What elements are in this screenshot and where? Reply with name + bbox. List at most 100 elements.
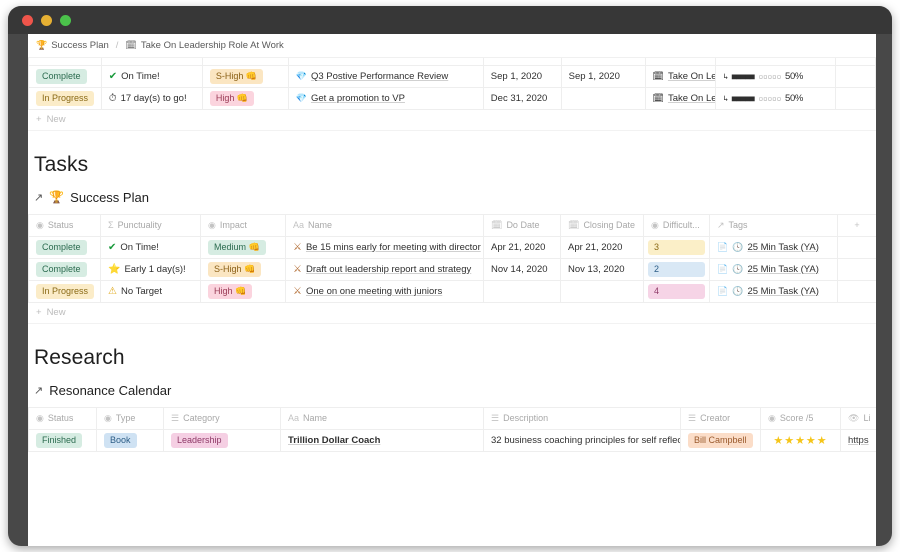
column-header-category[interactable]: ☰ Category <box>163 406 281 430</box>
research-table-block: ◉ Status ◉ Type ☰ Category Aa Name ☰ Descript… <box>28 406 876 452</box>
warning-icon: ⚠ <box>108 285 117 297</box>
task-name-cell[interactable]: ⚔ One on one meeting with juniors <box>285 280 484 303</box>
table-row[interactable]: In Progress ⚠ No Target High 👊 ⚔ One on on… <box>28 280 876 303</box>
goal-punctuality-cell: ⏱ 17 day(s) to go! <box>101 87 203 110</box>
goal-closing-date-cell[interactable] <box>561 87 646 110</box>
research-link-cell[interactable]: https <box>840 429 876 452</box>
task-do-date-cell[interactable]: Apr 21, 2020 <box>483 236 561 259</box>
task-impact-cell[interactable]: High 👊 <box>200 280 286 303</box>
goal-do-date-cell[interactable]: Dec 31, 2020 <box>483 87 562 110</box>
calendar-icon: 🗓 <box>491 219 503 230</box>
table-row[interactable]: Complete ✔ On Time! Medium 👊 ⚔ Be 15 mins … <box>28 236 876 259</box>
column-header-tags[interactable]: ↗ Tags <box>709 213 838 237</box>
goal-closing-date-cell[interactable]: Sep 1, 2020 <box>561 65 646 88</box>
column-label: Tags <box>728 219 748 230</box>
add-column-button[interactable]: + <box>837 213 876 237</box>
research-name-cell[interactable]: Trillion Dollar Coach <box>280 429 484 452</box>
column-header-punctuality[interactable]: Σ Punctuality <box>100 213 201 237</box>
clock-icon: 🕓 <box>732 263 744 274</box>
app-window: 🏆 Success Plan / 🗓 Take On Leadership Ro… <box>8 6 892 546</box>
column-header-name[interactable]: Aa Name <box>285 213 484 237</box>
column-header-type[interactable]: ◉ Type <box>96 406 164 430</box>
research-score-cell[interactable]: ★★★★★ <box>760 429 841 452</box>
table-row[interactable]: In Progress ⏱ 17 day(s) to go! High 👊 💎 … <box>28 87 876 110</box>
task-difficulty-cell[interactable]: 4 <box>643 280 710 303</box>
plus-icon: + <box>36 114 42 125</box>
goal-do-date-cell[interactable]: Sep 1, 2020 <box>483 65 562 88</box>
column-header-status[interactable]: ◉ Status <box>28 213 101 237</box>
task-status-cell[interactable]: Complete <box>28 258 101 281</box>
table-row[interactable]: Finished Book Leadership Trillion Dollar… <box>28 429 876 452</box>
impact-label: High <box>214 285 233 296</box>
task-extra-cell <box>837 280 876 303</box>
task-do-date-cell[interactable]: Nov 14, 2020 <box>483 258 561 281</box>
clipped-cell <box>28 58 102 66</box>
column-header-closing-date[interactable]: 🗓 Closing Date <box>560 213 644 237</box>
column-header-impact[interactable]: ◉ Impact <box>200 213 286 237</box>
clipped-cell <box>645 58 717 66</box>
tasks-database-link[interactable]: ↗ 🏆 Success Plan <box>28 181 876 214</box>
goal-status-cell[interactable]: In Progress <box>28 87 102 110</box>
research-category-cell[interactable]: Leadership <box>163 429 281 452</box>
task-closing-date-cell[interactable]: Apr 21, 2020 <box>560 236 644 259</box>
column-header-description[interactable]: ☰ Description <box>483 406 681 430</box>
task-difficulty-cell[interactable]: 2 <box>643 258 710 281</box>
tasks-new-row-button[interactable]: + New <box>28 303 876 324</box>
goal-extra-cell <box>835 65 876 88</box>
goal-project-cell[interactable]: 🗓 Take On Leade <box>645 65 717 88</box>
goal-impact-cell[interactable]: High 👊 <box>202 87 289 110</box>
breadcrumb-item-success-plan[interactable]: 🏆 Success Plan <box>36 40 109 51</box>
breadcrumb-item-current[interactable]: 🗓 Take On Leadership Role At Work <box>125 40 283 51</box>
status-badge: Complete <box>36 261 87 277</box>
column-header-status[interactable]: ◉ Status <box>28 406 97 430</box>
clock-icon: 🕓 <box>732 241 744 252</box>
goal-name-cell[interactable]: 💎 Q3 Postive Performance Review <box>288 65 484 88</box>
task-tags-cell[interactable]: 📄 🕓 25 Min Task (YA) <box>709 236 838 259</box>
research-creator-cell[interactable]: Bill Campbell <box>680 429 761 452</box>
task-name-cell[interactable]: ⚔ Be 15 mins early for meeting with direc… <box>285 236 484 259</box>
clock-icon: 🕓 <box>732 285 744 296</box>
goal-status-cell[interactable]: Complete <box>28 65 102 88</box>
table-row[interactable]: Complete ✔ On Time! S-High 👊 💎 Q3 Postiv… <box>28 65 876 88</box>
fist-icon: 👊 <box>235 285 247 296</box>
close-window-button[interactable] <box>22 15 33 26</box>
window-titlebar <box>8 6 892 34</box>
task-tags-cell[interactable]: 📄 🕓 25 Min Task (YA) <box>709 258 838 281</box>
task-impact-cell[interactable]: S-High 👊 <box>200 258 286 281</box>
research-status-cell[interactable]: Finished <box>28 429 97 452</box>
research-type-cell[interactable]: Book <box>96 429 164 452</box>
task-closing-date-cell[interactable]: Nov 13, 2020 <box>560 258 644 281</box>
task-name-cell[interactable]: ⚔ Draft out leadership report and strateg… <box>285 258 484 281</box>
column-header-creator[interactable]: ☰ Creator <box>680 406 761 430</box>
task-closing-date-cell[interactable] <box>560 280 644 303</box>
impact-label: S-High <box>215 70 244 81</box>
progress-filled: ■■■■■ <box>731 93 755 103</box>
column-header-name[interactable]: Aa Name <box>280 406 484 430</box>
goal-project-cell[interactable]: 🗓 Take On Leade <box>645 87 717 110</box>
research-database-link[interactable]: ↗ Resonance Calendar <box>28 374 876 407</box>
research-header-row: ◉ Status ◉ Type ☰ Category Aa Name ☰ Descript… <box>28 406 876 430</box>
goal-name-label: Get a promotion to VP <box>310 92 405 104</box>
task-difficulty-cell[interactable]: 3 <box>643 236 710 259</box>
type-badge: Book <box>104 432 137 448</box>
research-description-cell[interactable]: 32 business coaching principles for self… <box>483 429 681 452</box>
task-tags-cell[interactable]: 📄 🕓 25 Min Task (YA) <box>709 280 838 303</box>
select-icon: ◉ <box>651 219 659 230</box>
task-status-cell[interactable]: In Progress <box>28 280 101 303</box>
open-arrow-icon: ↗ <box>34 191 44 204</box>
column-header-difficulty[interactable]: ◉ Difficult... <box>643 213 710 237</box>
minimize-window-button[interactable] <box>41 15 52 26</box>
task-do-date-cell[interactable] <box>483 280 561 303</box>
column-header-score[interactable]: ◉ Score /5 <box>760 406 841 430</box>
column-header-do-date[interactable]: 🗓 Do Date <box>483 213 561 237</box>
maximize-window-button[interactable] <box>60 15 71 26</box>
goal-impact-cell[interactable]: S-High 👊 <box>202 65 289 88</box>
status-badge: Complete <box>36 239 87 255</box>
goal-name-cell[interactable]: 💎 Get a promotion to VP <box>288 87 484 110</box>
goals-new-row-button[interactable]: + New <box>28 110 876 131</box>
task-status-cell[interactable]: Complete <box>28 236 101 259</box>
task-impact-cell[interactable]: Medium 👊 <box>200 236 286 259</box>
column-header-link[interactable]: 👁 Li <box>840 406 876 430</box>
status-badge: Finished <box>36 432 83 448</box>
table-row[interactable]: Complete ⭐ Early 1 day(s)! S-High 👊 ⚔ Draf… <box>28 258 876 281</box>
